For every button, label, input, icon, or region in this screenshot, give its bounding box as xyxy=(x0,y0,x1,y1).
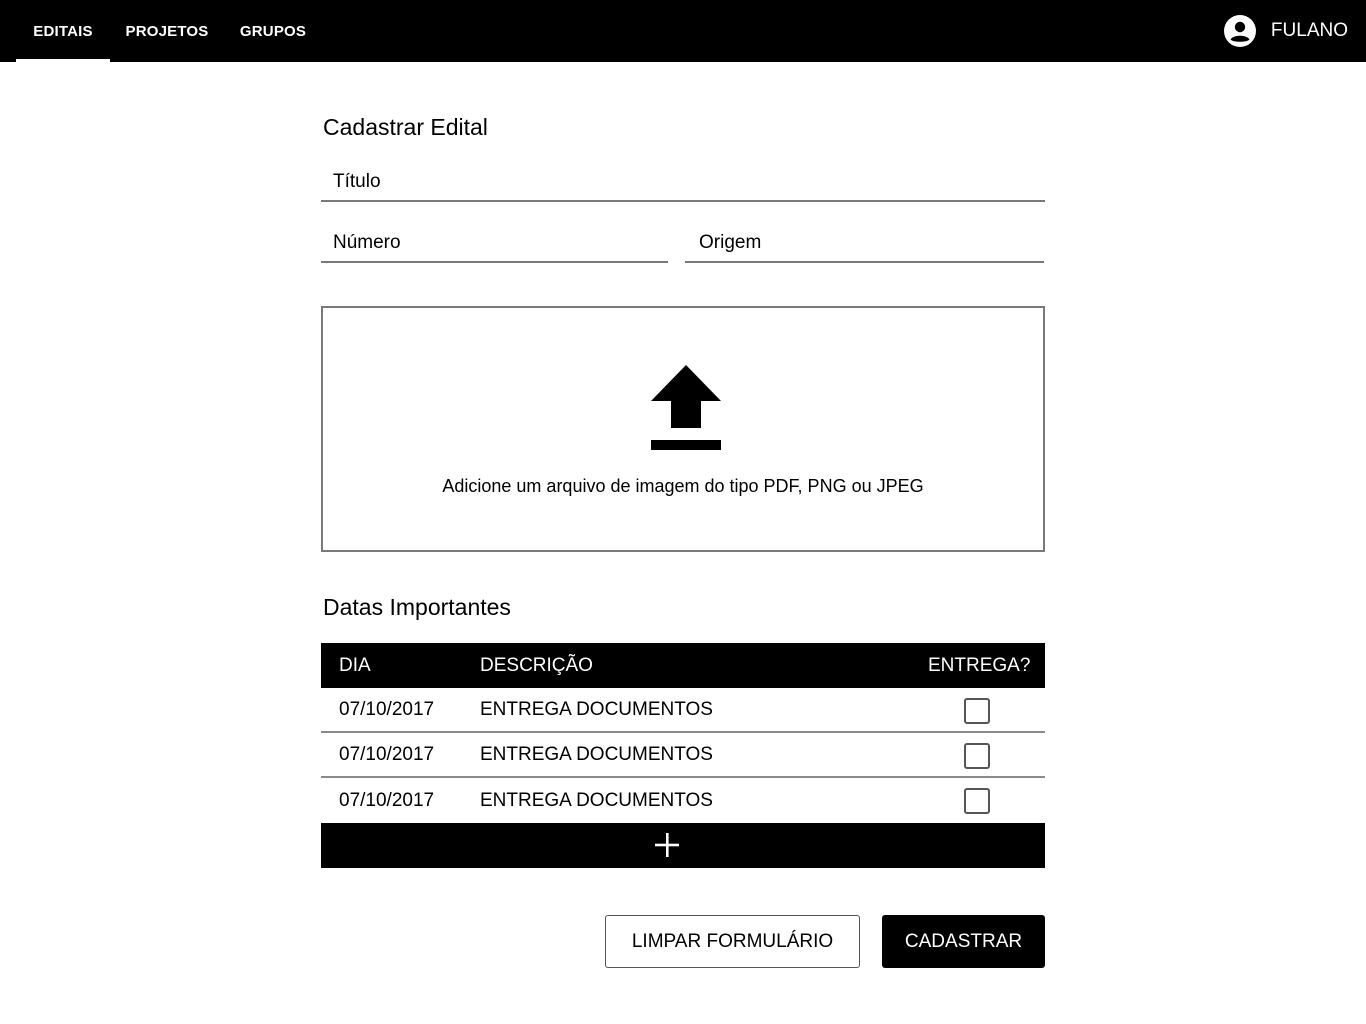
clear-form-button[interactable]: LIMPAR FORMULÁRIO xyxy=(605,915,860,968)
dates-table: DIA DESCRIÇÃO ENTREGA? 07/10/2017 ENTREG… xyxy=(321,643,1045,868)
column-header-entrega: ENTREGA? xyxy=(928,654,1031,676)
plus-icon xyxy=(655,833,679,857)
column-header-descricao: DESCRIÇÃO xyxy=(480,654,593,676)
entrega-checkbox[interactable] xyxy=(964,698,990,724)
numero-field[interactable] xyxy=(321,225,668,263)
titulo-field[interactable] xyxy=(321,164,1045,202)
row-descricao: ENTREGA DOCUMENTOS xyxy=(480,743,713,765)
user-menu[interactable]: FULANO xyxy=(1223,0,1348,62)
tab-label: EDITAIS xyxy=(33,22,93,40)
tab-editais[interactable]: EDITAIS xyxy=(16,0,110,62)
row-descricao: ENTREGA DOCUMENTOS xyxy=(480,789,713,811)
upload-instructions: Adicione um arquivo de imagem do tipo PD… xyxy=(442,476,924,496)
row-dia: 07/10/2017 xyxy=(339,698,435,720)
submit-button[interactable]: CADASTRAR xyxy=(882,915,1045,968)
entrega-checkbox[interactable] xyxy=(964,788,990,814)
table-row: 07/10/2017 ENTREGA DOCUMENTOS xyxy=(321,733,1045,778)
tab-projetos[interactable]: PROJETOS xyxy=(117,0,217,62)
origem-field[interactable] xyxy=(685,225,1044,263)
row-dia: 07/10/2017 xyxy=(339,743,435,765)
form-title: Cadastrar Edital xyxy=(323,114,488,140)
entrega-checkbox[interactable] xyxy=(964,743,990,769)
table-header: DIA DESCRIÇÃO ENTREGA? xyxy=(321,643,1045,688)
row-descricao: ENTREGA DOCUMENTOS xyxy=(480,698,713,720)
upload-icon xyxy=(651,365,721,450)
table-row: 07/10/2017 ENTREGA DOCUMENTOS xyxy=(321,778,1045,823)
column-header-dia: DIA xyxy=(339,654,371,676)
tab-label: PROJETOS xyxy=(125,22,209,40)
dates-section-title: Datas Importantes xyxy=(323,594,511,620)
file-upload-dropzone[interactable]: Adicione um arquivo de imagem do tipo PD… xyxy=(321,306,1045,552)
account-circle-icon xyxy=(1223,15,1256,47)
tab-label: GRUPOS xyxy=(239,22,307,40)
top-nav-bar: EDITAIS PROJETOS GRUPOS FULANO xyxy=(0,0,1366,62)
user-name: FULANO xyxy=(1270,20,1348,41)
row-dia: 07/10/2017 xyxy=(339,789,435,811)
tab-grupos[interactable]: GRUPOS xyxy=(230,0,316,62)
table-row: 07/10/2017 ENTREGA DOCUMENTOS xyxy=(321,688,1045,733)
add-date-button[interactable] xyxy=(321,823,1045,868)
